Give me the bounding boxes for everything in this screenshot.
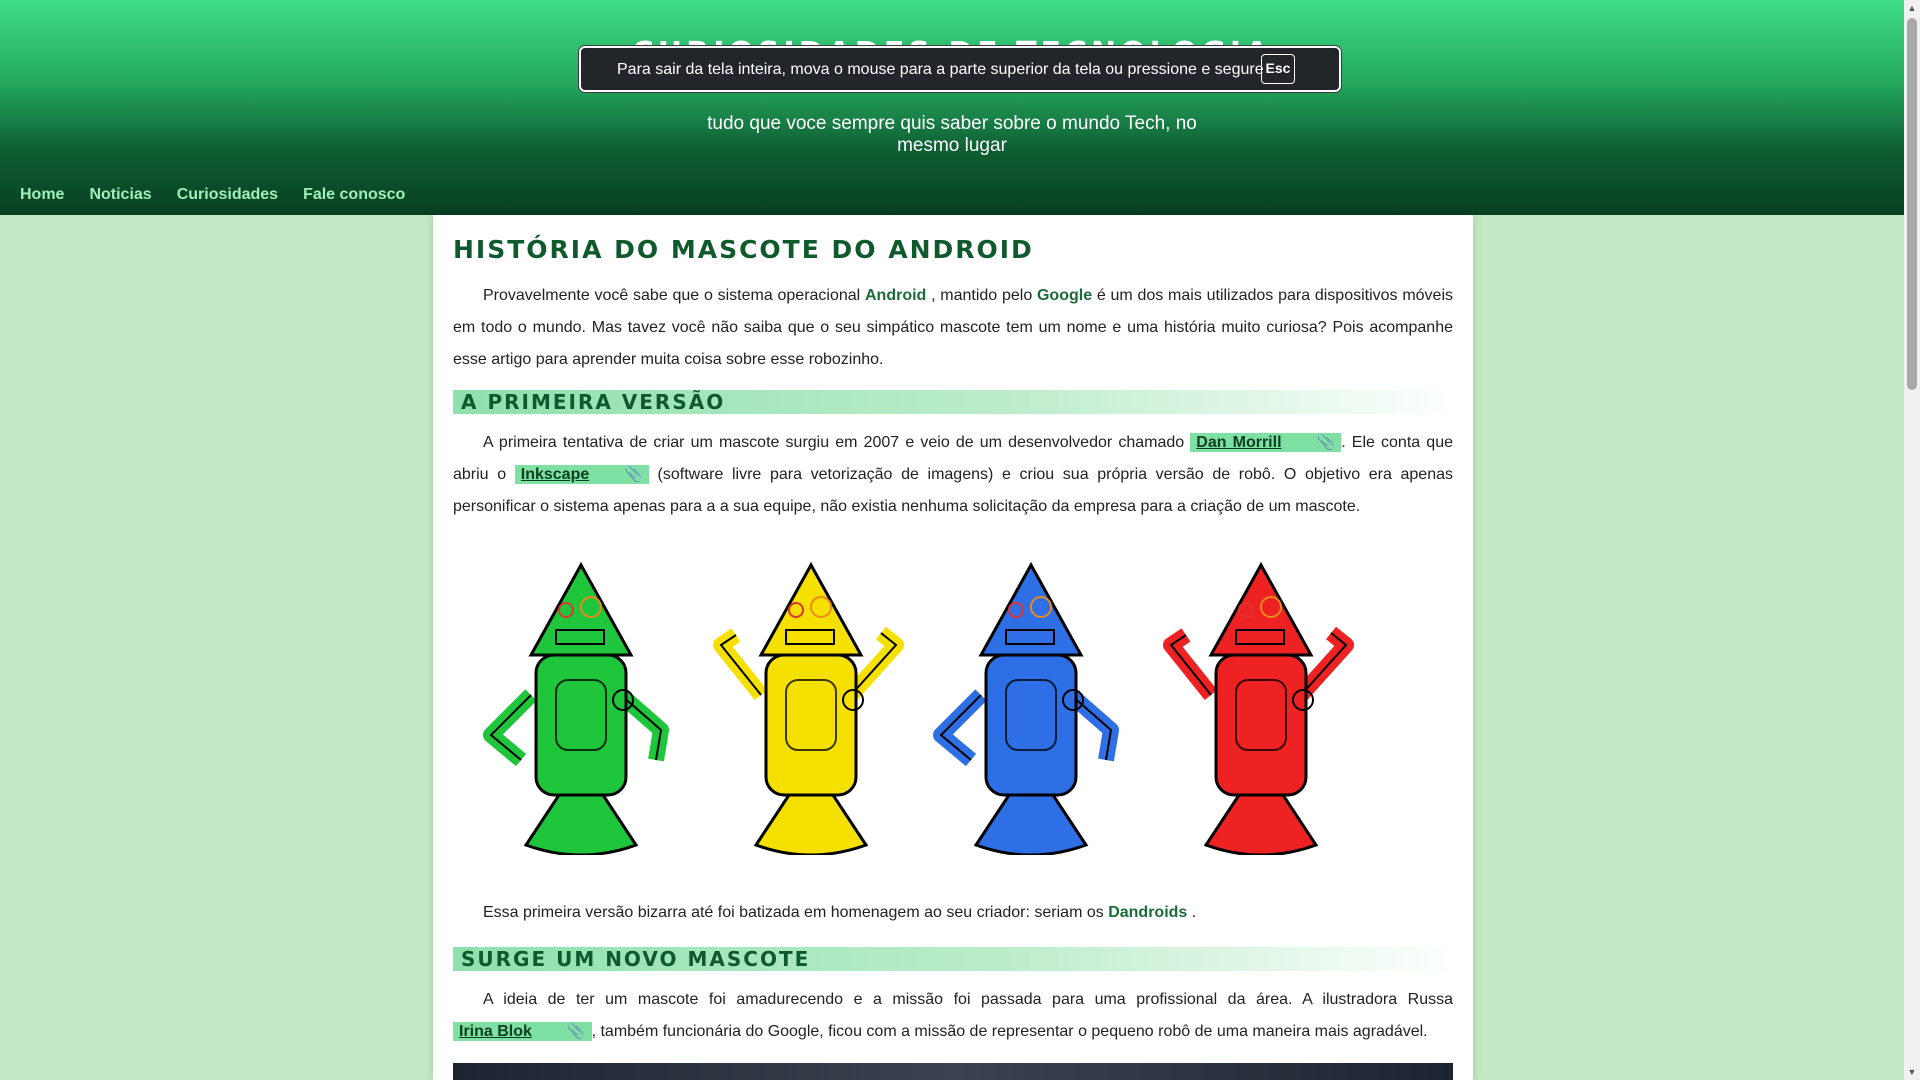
paragraph-text: A primeira tentativa de criar um mascote… [483, 434, 1191, 451]
fullscreen-exit-notice: Para sair da tela inteira, mova o mouse … [579, 46, 1341, 92]
dandroid-robot [933, 561, 1119, 855]
esc-key-badge: Esc [1261, 54, 1295, 84]
section-heading-primeira-versao: A primeira versão [453, 390, 1461, 414]
irina-blok-photo [453, 1063, 1453, 1080]
dandroid-robot [483, 561, 669, 855]
irina-blok-link[interactable]: Irina Blok 📎 [453, 1022, 592, 1041]
section-heading-novo-mascote: Surge um novo mascote [453, 947, 1461, 971]
dan-morrill-link-label: Dan Morrill [1196, 434, 1282, 451]
inkscape-link[interactable]: Inkscape 📎 [514, 465, 649, 484]
inkscape-link-label: Inkscape [520, 466, 590, 483]
nav-fale-conosco-link[interactable]: Fale conosco [303, 184, 405, 206]
article-title: História do mascote do Android [453, 235, 1034, 264]
intro-text: Provavelmente você sabe que o sistema op… [483, 287, 865, 304]
nav-curiosidades-link[interactable]: Curiosidades [177, 184, 278, 206]
primeira-versao-paragraph: A primeira tentativa de criar um mascote… [453, 427, 1453, 523]
page-scrollbar[interactable]: ▲ ▼ [1904, 0, 1920, 1080]
novo-mascote-paragraph: A ideia de ter um mascote foi amadurecen… [453, 984, 1453, 1048]
main-nav: Home Noticias Curiosidades Fale conosco [20, 184, 430, 206]
nav-noticias-link[interactable]: Noticias [89, 184, 151, 206]
paragraph-text: Essa primeira versão bizarra até foi bat… [483, 904, 1109, 921]
scrollbar-thumb[interactable] [1907, 18, 1917, 390]
paperclip-link-icon: 📎 [624, 466, 643, 483]
intro-text: , mantido pelo [926, 287, 1037, 304]
paragraph-text: . [1187, 904, 1197, 921]
site-header: Curiosidades de Tecnologia tudo que voce… [0, 0, 1904, 215]
intro-paragraph: Provavelmente você sabe que o sistema op… [453, 280, 1453, 376]
article-card: História do mascote do Android Provavelm… [433, 215, 1473, 1080]
nav-home-link[interactable]: Home [20, 184, 64, 206]
scroll-up-arrow-icon[interactable]: ▲ [1904, 0, 1920, 16]
paragraph-text: A ideia de ter um mascote foi amadurecen… [483, 991, 1453, 1008]
paragraph-text: , também funcionária do Google, ficou co… [591, 1023, 1428, 1040]
dandroids-term: Dandroids [1108, 904, 1188, 921]
google-term: Google [1036, 287, 1093, 304]
site-subtitle: tudo que voce sempre quis saber sobre o … [707, 113, 1197, 156]
fullscreen-notice-message: Para sair da tela inteira, mova o mouse … [617, 61, 1264, 78]
irina-blok-link-label: Irina Blok [459, 1023, 532, 1040]
dandroids-illustration [471, 545, 1471, 865]
dandroid-robot [1163, 561, 1354, 855]
dandroid-robot [713, 561, 904, 855]
dan-morrill-link[interactable]: Dan Morrill 📎 [1190, 433, 1342, 452]
scroll-down-arrow-icon[interactable]: ▼ [1904, 1064, 1920, 1080]
paperclip-link-icon: 📎 [566, 1023, 586, 1040]
dandroids-paragraph: Essa primeira versão bizarra até foi bat… [453, 897, 1453, 929]
android-term: Android [864, 287, 927, 304]
paperclip-link-icon: 📎 [1316, 434, 1336, 451]
